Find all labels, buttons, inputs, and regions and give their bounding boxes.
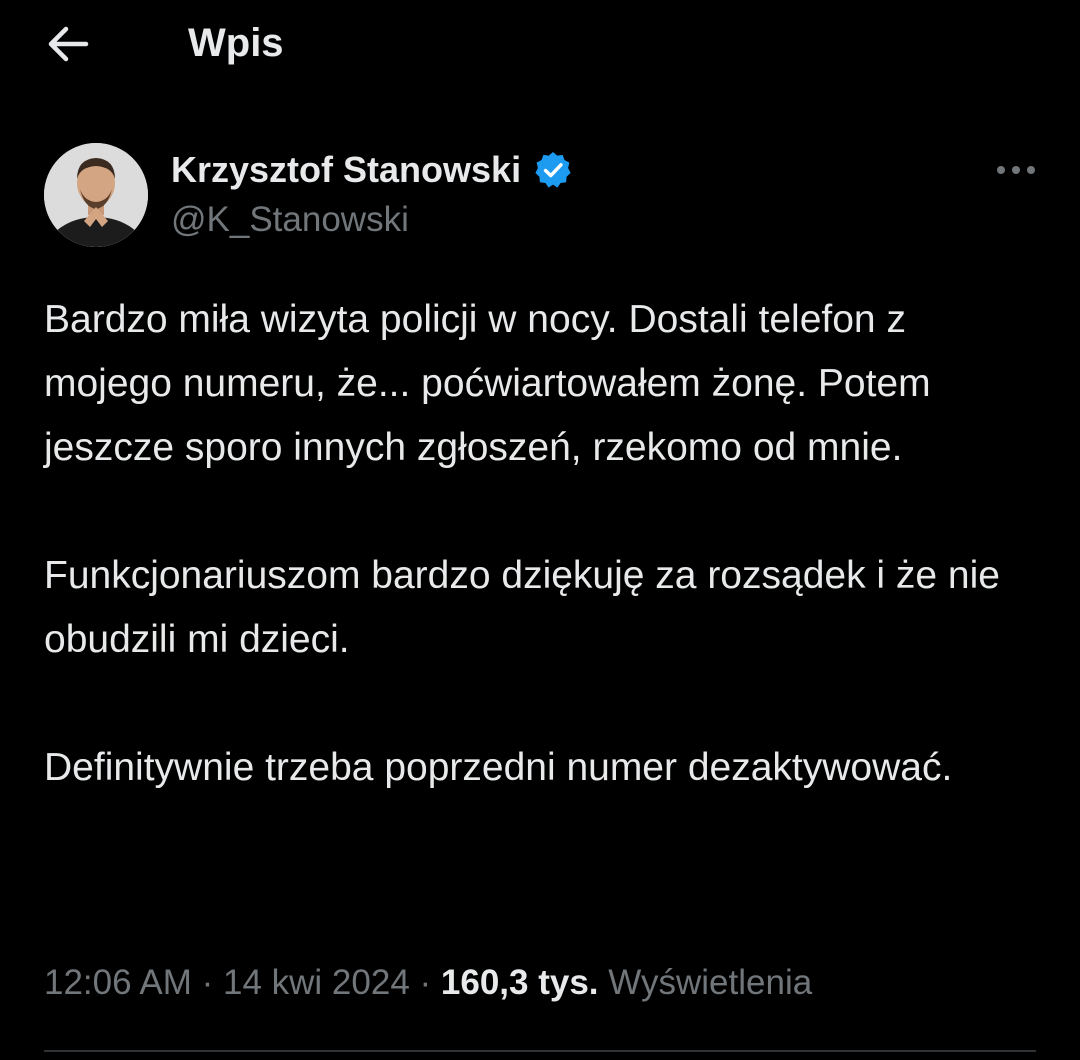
tweet-paragraph: Funkcjonariuszom bardzo dziękuję za rozs… bbox=[44, 554, 1000, 661]
author-handle[interactable]: @K_Stanowski bbox=[171, 198, 409, 242]
more-horizontal-icon bbox=[997, 166, 1035, 174]
tweet-meta: 12:06 AM · 14 kwi 2024 · 160,3 tys. Wyśw… bbox=[44, 958, 812, 1008]
author-name[interactable]: Krzysztof Stanowski bbox=[171, 148, 573, 192]
tweet-paragraph: Bardzo miła wizyta policji w nocy. Dosta… bbox=[44, 298, 931, 469]
verified-badge-icon bbox=[535, 152, 571, 188]
tweet-time[interactable]: 12:06 AM bbox=[44, 963, 192, 1002]
page-title: Wpis bbox=[188, 21, 284, 65]
back-button[interactable] bbox=[40, 20, 96, 68]
tweet-date[interactable]: 14 kwi 2024 bbox=[223, 963, 410, 1002]
more-options-button[interactable] bbox=[988, 150, 1044, 190]
meta-separator: · bbox=[409, 963, 441, 1002]
views-count[interactable]: 160,3 tys. bbox=[441, 963, 599, 1002]
divider bbox=[44, 1050, 1036, 1052]
tweet-paragraph: Definitywnie trzeba poprzedni numer deza… bbox=[44, 746, 953, 789]
views-label: Wyświetlenia bbox=[608, 963, 813, 1002]
tweet-text: Bardzo miła wizyta policji w nocy. Dosta… bbox=[44, 288, 1044, 800]
arrow-left-icon bbox=[48, 26, 89, 62]
profile-photo bbox=[44, 143, 148, 247]
avatar[interactable] bbox=[44, 143, 148, 247]
meta-separator: · bbox=[191, 963, 223, 1002]
author-name-text: Krzysztof Stanowski bbox=[171, 149, 522, 190]
top-bar: Wpis bbox=[0, 0, 1080, 90]
